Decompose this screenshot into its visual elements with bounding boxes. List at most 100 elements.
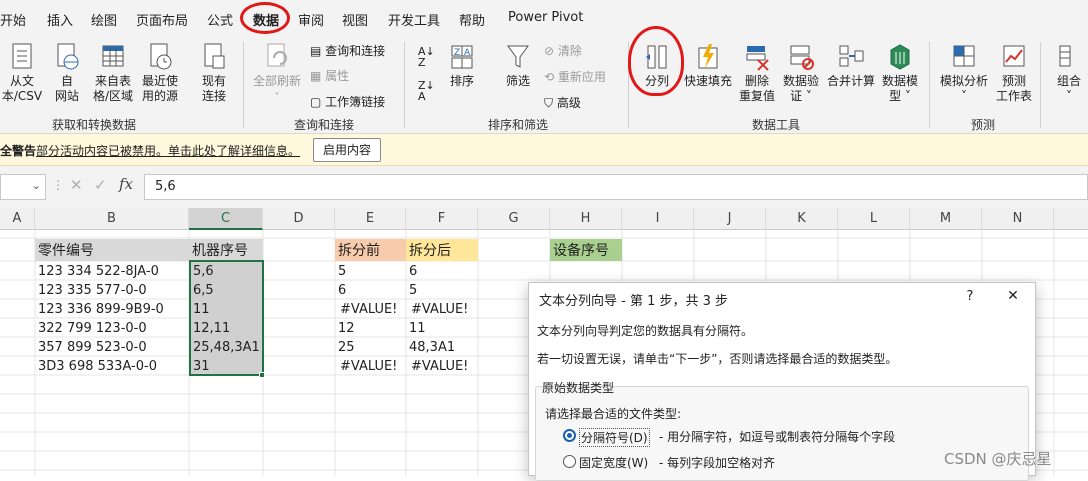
clear-filter-icon: ⊘ (544, 44, 555, 58)
data-model-button[interactable]: 数据模 型 ˅ (878, 42, 922, 104)
table-cell[interactable]: 48,3A1 (409, 338, 477, 357)
enter-icon[interactable]: ✓ (94, 176, 107, 194)
header-cell-after-split[interactable]: 拆分后 (406, 239, 478, 261)
existing-connections-button[interactable]: 现有 连接 (196, 42, 232, 104)
data-validation-button[interactable]: 数据验 证 ˅ (780, 42, 822, 104)
table-cell[interactable]: #VALUE! (411, 300, 479, 319)
table-cell[interactable]: 357 899 523-0-0 (38, 338, 188, 357)
insert-function-icon[interactable]: fx (119, 175, 133, 193)
column-header-g[interactable]: G (478, 208, 550, 230)
tab-formulas[interactable]: 公式 (207, 10, 233, 29)
advanced-filter-icon: ⛉ (544, 96, 554, 110)
security-warning-message[interactable]: 部分活动内容已被禁用。单击此处了解详细信息。 (36, 142, 300, 159)
fill-handle[interactable] (259, 372, 265, 378)
group-separator (243, 42, 244, 128)
header-cell-before-split[interactable]: 拆分前 (335, 239, 406, 261)
tab-developer[interactable]: 开发工具 (388, 10, 440, 29)
table-cell[interactable]: 123 334 522-8JA-0 (38, 262, 188, 281)
table-cell[interactable]: 6 (338, 281, 404, 300)
what-if-analysis-button[interactable]: 模拟分析 ˅ (936, 42, 992, 104)
fixed-width-radio[interactable] (563, 455, 576, 468)
group-separator (929, 42, 930, 128)
groupbox-title: 原始数据类型 (542, 381, 615, 395)
column-header-h[interactable]: H (550, 208, 622, 230)
delimited-radio[interactable] (563, 429, 576, 442)
header-cell-device-serial[interactable]: 设备序号 (550, 239, 622, 261)
tab-review[interactable]: 审阅 (298, 10, 324, 29)
column-header-b[interactable]: B (35, 208, 189, 230)
table-cell[interactable]: 123 335 577-0-0 (38, 281, 188, 300)
reapply-button[interactable]: ⟲ 重新应用 (544, 68, 606, 85)
column-header-f[interactable]: F (406, 208, 478, 230)
table-cell[interactable]: 5 (338, 262, 404, 281)
sort-az-button[interactable]: A↓ Z (418, 46, 435, 68)
data-model-icon (890, 44, 910, 70)
sort-button[interactable]: ZA 排序 (444, 42, 480, 89)
dialog-description: 文本分列向导判定您的数据具有分隔符。 (537, 324, 754, 338)
security-warning-bar: 全警告 部分活动内容已被禁用。单击此处了解详细信息。 启用内容 (0, 134, 1088, 166)
tab-power-pivot[interactable]: Power Pivot (508, 10, 583, 25)
sort-za-button[interactable]: Z↓ A (418, 80, 435, 102)
refresh-all-button[interactable]: 全部刷新 ˅ (250, 42, 304, 105)
security-warning-title: 全警告 (0, 144, 37, 158)
table-cell[interactable]: 3D3 698 533A-0-0 (38, 357, 188, 376)
tab-draw[interactable]: 绘图 (91, 10, 117, 29)
advanced-filter-button[interactable]: ⛉ 高级 (544, 94, 581, 111)
menu-bar: 开始 插入 绘图 页面布局 公式 数据 审阅 视图 开发工具 帮助 Power … (0, 0, 1088, 36)
column-header-l[interactable]: L (838, 208, 910, 230)
table-cell[interactable]: #VALUE! (340, 300, 406, 319)
tab-help[interactable]: 帮助 (459, 10, 485, 29)
name-box[interactable]: ⌄ (0, 174, 46, 200)
table-cell[interactable]: #VALUE! (411, 357, 479, 376)
from-web-button[interactable]: 自 网站 (50, 42, 84, 104)
header-cell-machine-serial[interactable]: 机器序号 (189, 239, 263, 261)
recent-sources-button[interactable]: 最近使 用的源 (138, 42, 182, 104)
column-header-m[interactable]: M (910, 208, 982, 230)
column-header-i[interactable]: I (622, 208, 694, 230)
column-header-e[interactable]: E (335, 208, 406, 230)
fixed-width-label[interactable]: 固定宽度(W) (579, 454, 648, 471)
tab-insert[interactable]: 插入 (47, 10, 73, 29)
table-cell[interactable]: 6 (409, 262, 477, 281)
table-cell[interactable]: 25 (338, 338, 404, 357)
forecast-sheet-button[interactable]: 预测 工作表 (994, 42, 1034, 104)
from-table-button[interactable]: 来自表 格/区域 (90, 42, 136, 104)
forecast-sheet-icon (1003, 45, 1025, 67)
column-header-n[interactable]: N (982, 208, 1054, 230)
column-header-c[interactable]: C (189, 208, 263, 230)
table-cell[interactable]: 11 (409, 319, 477, 338)
table-cell[interactable]: #VALUE! (340, 357, 406, 376)
formula-input[interactable]: 5,6 (144, 174, 1088, 200)
delimited-label[interactable]: 分隔符号(D) (579, 428, 650, 447)
tab-view[interactable]: 视图 (342, 10, 368, 29)
workbook-links-button[interactable]: ▢ 工作簿链接 (310, 93, 385, 110)
remove-duplicates-button[interactable]: 删除 重复值 (737, 42, 777, 104)
cancel-icon[interactable]: ✕ (70, 176, 83, 194)
header-cell-part-number[interactable]: 零件编号 (35, 239, 189, 261)
more-icon: ⋮ (52, 178, 64, 192)
from-text-csv-button[interactable]: 从文 本/CSV (0, 42, 44, 104)
close-icon[interactable]: ✕ (1005, 288, 1021, 304)
column-header-k[interactable]: K (766, 208, 838, 230)
column-header-d[interactable]: D (263, 208, 335, 230)
sort-icon: ZA (451, 45, 473, 69)
consolidate-button[interactable]: 合并计算 (826, 42, 876, 89)
tab-home[interactable]: 开始 (0, 10, 26, 29)
queries-connections-button[interactable]: ▤ 查询和连接 (310, 42, 385, 59)
enable-content-button[interactable]: 启用内容 (313, 138, 381, 162)
tab-page-layout[interactable]: 页面布局 (136, 10, 188, 29)
group-separator (404, 42, 405, 128)
column-header-a[interactable]: A (0, 208, 35, 230)
help-icon[interactable]: ? (963, 289, 977, 304)
table-cell[interactable]: 123 336 899-9B9-0 (38, 300, 188, 319)
properties-button[interactable]: ▦ 属性 (310, 67, 349, 84)
clear-filter-button[interactable]: ⊘ 清除 (544, 42, 582, 59)
group-outline-button[interactable]: 组合 ˅ (1050, 42, 1088, 104)
flash-fill-button[interactable]: 快速填充 (682, 42, 734, 89)
table-cell[interactable]: 322 799 123-0-0 (38, 319, 188, 338)
column-header-j[interactable]: J (694, 208, 766, 230)
chevron-down-icon[interactable]: ⌄ (32, 179, 41, 192)
table-cell[interactable]: 5 (409, 281, 477, 300)
table-cell[interactable]: 12 (338, 319, 404, 338)
filter-button[interactable]: 筛选 (500, 42, 536, 89)
